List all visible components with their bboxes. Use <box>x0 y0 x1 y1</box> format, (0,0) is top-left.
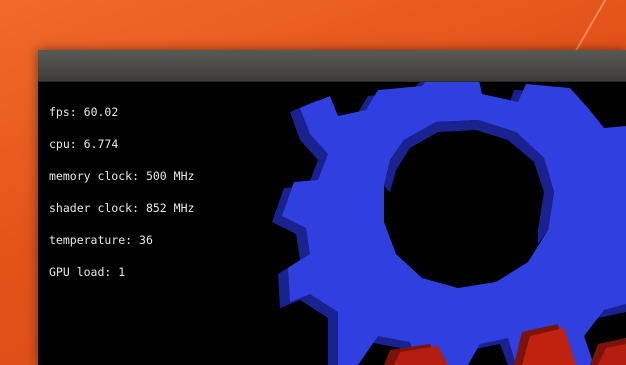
stat-value: 1 <box>118 265 126 279</box>
stat-label: GPU load: <box>49 265 112 279</box>
stat-gpu-load: GPU load: 1 <box>49 256 194 288</box>
stat-value: 60.02 <box>83 105 119 119</box>
blue-gear-icon <box>272 82 626 365</box>
render-viewport[interactable]: fps: 60.02 cpu: 6.774 memory clock: 500 MHz… <box>38 82 626 365</box>
stat-memory-clock: memory clock: 500 MHz <box>49 160 194 192</box>
stat-value: 36 <box>139 233 153 247</box>
stat-value: 500 MHz <box>145 169 195 183</box>
stat-value: 6.774 <box>83 137 119 151</box>
stat-label: fps: <box>49 105 77 119</box>
stat-label: temperature: <box>49 233 133 247</box>
stat-temperature: temperature: 36 <box>49 224 194 256</box>
stat-value: 852 MHz <box>145 201 195 215</box>
stat-label: memory clock: <box>49 169 140 183</box>
window-titlebar[interactable] <box>38 50 626 82</box>
stat-label: cpu: <box>49 137 77 151</box>
stats-overlay: fps: 60.02 cpu: 6.774 memory clock: 500 MHz… <box>49 96 194 288</box>
stat-fps: fps: 60.02 <box>49 96 194 128</box>
stat-shader-clock: shader clock: 852 MHz <box>49 192 194 224</box>
glxgears-window[interactable]: fps: 60.02 cpu: 6.774 memory clock: 500 MHz… <box>38 50 626 365</box>
stat-label: shader clock: <box>49 201 140 215</box>
stat-cpu: cpu: 6.774 <box>49 128 194 160</box>
